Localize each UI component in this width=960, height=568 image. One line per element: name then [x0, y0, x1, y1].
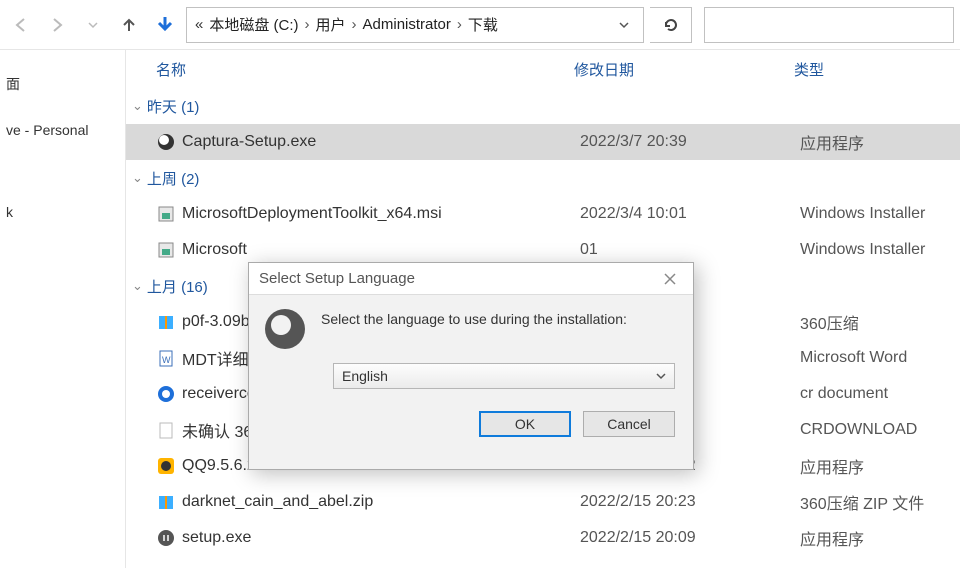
dialog-title: Select Setup Language — [259, 270, 415, 287]
breadcrumb-overflow[interactable]: « — [195, 16, 207, 33]
breadcrumb-item[interactable]: Administrator — [363, 16, 451, 33]
chevron-right-icon[interactable]: › — [453, 16, 466, 33]
file-type: 360压缩 — [800, 310, 960, 334]
chevron-down-icon — [656, 371, 666, 381]
dialog-text: Select the language to use during the in… — [321, 309, 627, 349]
file-type: 360压缩 ZIP 文件 — [800, 490, 960, 514]
file-name: MicrosoftDeploymentToolkit_x64.msi — [182, 205, 580, 223]
breadcrumb-item[interactable]: 下载 — [468, 14, 498, 35]
close-button[interactable] — [657, 272, 683, 286]
file-row[interactable]: darknet_cain_and_abel.zip2022/2/15 20:23… — [126, 484, 960, 520]
chevron-down-icon — [87, 19, 99, 31]
search-input[interactable] — [704, 7, 954, 43]
file-row[interactable]: Captura-Setup.exe2022/3/7 20:39应用程序 — [126, 124, 960, 160]
chevron-down-icon: ⌄ — [132, 170, 143, 186]
group-header[interactable]: ⌄上周 (2) — [126, 160, 960, 196]
file-icon — [156, 456, 182, 476]
file-row[interactable]: MicrosoftDeploymentToolkit_x64.msi2022/3… — [126, 196, 960, 232]
chevron-right-icon[interactable]: › — [301, 16, 314, 33]
address-toolbar: « 本地磁盘 (C:) › 用户 › Administrator › 下载 — [0, 0, 960, 50]
file-icon — [156, 420, 182, 440]
dialog-body: Select the language to use during the in… — [249, 295, 693, 349]
column-headers: 名称 修改日期 类型 — [126, 50, 960, 88]
file-icon — [156, 204, 182, 224]
close-icon — [663, 272, 677, 286]
address-bar[interactable]: « 本地磁盘 (C:) › 用户 › Administrator › 下载 — [186, 7, 644, 43]
arrow-right-icon — [47, 15, 67, 35]
file-icon: W — [156, 348, 182, 368]
file-type: CRDOWNLOAD — [800, 421, 960, 439]
sidebar-item[interactable]: ve - Personal — [0, 118, 125, 142]
column-type[interactable]: 类型 — [794, 59, 824, 80]
file-type: cr document — [800, 385, 960, 403]
column-date[interactable]: 修改日期 — [574, 59, 794, 80]
file-type: Microsoft Word — [800, 349, 960, 367]
file-date: 2022/3/4 10:01 — [580, 205, 800, 223]
file-type: Windows Installer — [800, 241, 960, 259]
file-icon — [156, 132, 182, 152]
chevron-down-icon: ⌄ — [132, 98, 143, 114]
refresh-button[interactable] — [650, 7, 692, 43]
dialog-title-bar[interactable]: Select Setup Language — [249, 263, 693, 295]
language-select[interactable]: English — [333, 363, 675, 389]
captura-icon — [265, 309, 305, 349]
chevron-down-icon: ⌄ — [132, 278, 143, 294]
nav-sidebar: 面 ve - Personal k — [0, 50, 126, 568]
file-row[interactable]: setup.exe2022/2/15 20:09应用程序 — [126, 520, 960, 556]
selected-language: English — [342, 368, 388, 384]
address-history-dropdown[interactable] — [613, 14, 635, 36]
file-icon — [156, 492, 182, 512]
file-icon — [156, 240, 182, 260]
forward-button[interactable] — [42, 10, 72, 40]
group-header[interactable]: ⌄昨天 (1) — [126, 88, 960, 124]
file-date: 2022/2/15 20:23 — [580, 493, 800, 511]
file-name: Captura-Setup.exe — [182, 133, 580, 151]
sidebar-item[interactable]: 面 — [0, 70, 125, 98]
file-type: 应用程序 — [800, 526, 960, 550]
breadcrumb-item[interactable]: 用户 — [316, 14, 346, 35]
file-date: 2022/3/7 20:39 — [580, 133, 800, 151]
file-name: setup.exe — [182, 529, 580, 547]
up-button[interactable] — [114, 10, 144, 40]
refresh-icon — [663, 17, 679, 33]
arrow-up-icon — [119, 15, 139, 35]
svg-text:W: W — [162, 355, 171, 365]
file-type: Windows Installer — [800, 205, 960, 223]
dialog-buttons: OK Cancel — [249, 389, 693, 437]
select-language-dialog: Select Setup Language Select the languag… — [248, 262, 694, 470]
file-type: 应用程序 — [800, 454, 960, 478]
group-label: 上月 (16) — [147, 276, 208, 297]
recent-dropdown[interactable] — [78, 10, 108, 40]
group-label: 上周 (2) — [147, 168, 200, 189]
language-select-wrap: English — [249, 349, 693, 389]
file-icon — [156, 312, 182, 332]
file-date: 01 — [580, 241, 800, 259]
file-date: 2022/2/15 20:09 — [580, 529, 800, 547]
breadcrumb-item[interactable]: 本地磁盘 (C:) — [209, 14, 298, 35]
file-type: 应用程序 — [800, 130, 960, 154]
file-icon — [156, 384, 182, 404]
back-button[interactable] — [6, 10, 36, 40]
file-name: Microsoft — [182, 241, 580, 259]
chevron-down-icon — [618, 19, 630, 31]
chevron-right-icon[interactable]: › — [348, 16, 361, 33]
cancel-button[interactable]: Cancel — [583, 411, 675, 437]
download-indicator[interactable] — [150, 10, 180, 40]
file-name: darknet_cain_and_abel.zip — [182, 493, 580, 511]
sidebar-item[interactable] — [0, 162, 125, 170]
download-arrow-icon — [154, 14, 176, 36]
group-label: 昨天 (1) — [147, 96, 200, 117]
arrow-left-icon — [11, 15, 31, 35]
file-icon — [156, 528, 182, 548]
sidebar-item[interactable]: k — [0, 200, 125, 224]
ok-button[interactable]: OK — [479, 411, 571, 437]
column-name[interactable]: 名称 — [156, 59, 574, 80]
